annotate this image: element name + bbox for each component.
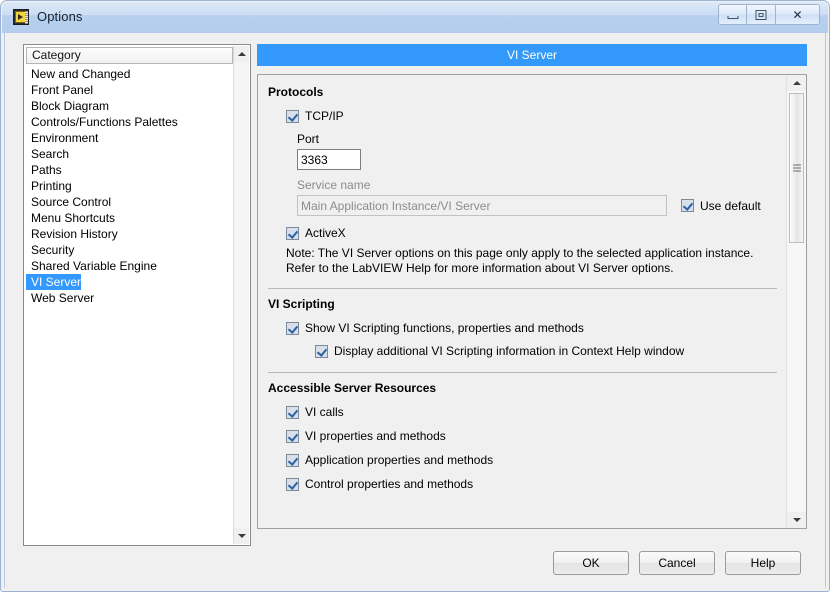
settings-content-box: Protocols TCP/IP Port Service name [257, 74, 807, 529]
show-vi-scripting-label: Show VI Scripting functions, properties … [305, 321, 584, 335]
settings-scroll-down-button[interactable] [787, 512, 806, 528]
settings-pane: VI Server Protocols TCP/IP Port 3363 Ser… [257, 44, 807, 546]
category-item-printing[interactable]: Printing [26, 178, 72, 194]
category-item-environment[interactable]: Environment [26, 130, 98, 146]
service-name-input[interactable] [297, 195, 667, 216]
control-properties-checkbox[interactable] [286, 477, 299, 491]
vi-calls-checkbox[interactable] [286, 405, 299, 419]
category-item-paths[interactable]: Paths [26, 162, 62, 178]
minimize-button[interactable] [718, 4, 747, 25]
port-input[interactable] [297, 149, 361, 170]
help-button[interactable]: Help [725, 551, 801, 575]
close-icon: ✕ [792, 7, 803, 22]
vi-server-note: Note: The VI Server options on this page… [286, 246, 754, 275]
ok-button[interactable]: OK [553, 551, 629, 575]
dialog-button-bar: OK Cancel Help [553, 551, 801, 575]
use-default-checkbox[interactable] [681, 199, 694, 212]
application-properties-checkbox[interactable] [286, 453, 299, 467]
vi-properties-row[interactable]: VI properties and methods [286, 429, 777, 443]
separator-2 [268, 372, 777, 373]
category-scrollbar[interactable] [233, 46, 249, 544]
settings-scroll-viewport: Protocols TCP/IP Port Service name [258, 75, 787, 528]
title-bar: Options ✕ [2, 2, 828, 33]
vi-calls-label: VI calls [305, 405, 344, 419]
category-item-vi-server[interactable]: VI Server [26, 274, 82, 290]
category-panel: Category New and Changed Front Panel Blo… [23, 44, 251, 546]
maximize-icon [755, 9, 767, 20]
chevron-up-icon [237, 52, 246, 56]
chevron-down-icon [792, 518, 801, 522]
service-name-label: Service name [297, 178, 371, 192]
category-item-controls-functions-palettes[interactable]: Controls/Functions Palettes [26, 114, 178, 130]
settings-scrollbar[interactable] [786, 75, 806, 528]
settings-scroll-thumb[interactable] [789, 93, 804, 243]
settings-scroll-up-button[interactable] [787, 75, 806, 91]
tcpip-label: TCP/IP [305, 109, 344, 123]
category-item-shared-variable-engine[interactable]: Shared Variable Engine [26, 258, 157, 274]
use-default-label: Use default [700, 198, 761, 213]
category-header: Category [26, 47, 233, 64]
protocols-section-title: Protocols [268, 85, 324, 99]
vi-properties-checkbox[interactable] [286, 429, 299, 443]
options-dialog-window: Options ✕ Category New and Changed Front… [0, 0, 830, 592]
category-scroll-up-button[interactable] [234, 46, 249, 62]
category-item-source-control[interactable]: Source Control [26, 194, 111, 210]
category-item-security[interactable]: Security [26, 242, 74, 258]
vi-scripting-section-title: VI Scripting [268, 297, 335, 311]
vi-properties-label: VI properties and methods [305, 429, 446, 443]
activex-checkbox[interactable] [286, 226, 299, 240]
category-item-front-panel[interactable]: Front Panel [26, 82, 93, 98]
category-item-menu-shortcuts[interactable]: Menu Shortcuts [26, 210, 115, 226]
cancel-button[interactable]: Cancel [639, 551, 715, 575]
port-label: Port [297, 132, 320, 146]
labview-options-icon [13, 9, 29, 25]
chevron-up-icon [792, 81, 801, 85]
minimize-icon [727, 16, 738, 20]
chevron-down-icon [237, 534, 246, 538]
category-item-revision-history[interactable]: Revision History [26, 226, 118, 242]
vi-calls-row[interactable]: VI calls [286, 405, 777, 419]
show-vi-scripting-checkbox[interactable] [286, 321, 299, 335]
activex-label: ActiveX [305, 226, 346, 240]
tcpip-checkbox[interactable] [286, 109, 299, 123]
application-properties-label: Application properties and methods [305, 453, 494, 467]
dialog-client-area: Category New and Changed Front Panel Blo… [5, 33, 825, 588]
category-item-block-diagram[interactable]: Block Diagram [26, 98, 109, 114]
category-item-new-and-changed[interactable]: New and Changed [26, 66, 130, 82]
maximize-button[interactable] [747, 4, 776, 25]
control-properties-label: Control properties and methods [305, 477, 474, 491]
category-scroll-down-button[interactable] [234, 528, 249, 544]
display-additional-checkbox[interactable] [315, 344, 328, 358]
activex-checkbox-row[interactable]: ActiveX [286, 226, 777, 240]
application-properties-row[interactable]: Application properties and methods [286, 453, 777, 467]
show-vi-scripting-row[interactable]: Show VI Scripting functions, properties … [286, 321, 777, 335]
category-list[interactable]: New and Changed Front Panel Block Diagra… [26, 66, 234, 543]
display-additional-label: Display additional VI Scripting informat… [334, 344, 685, 358]
control-properties-row[interactable]: Control properties and methods [286, 477, 777, 491]
accessible-resources-section-title: Accessible Server Resources [268, 381, 437, 395]
caption-button-group: ✕ [718, 4, 820, 25]
pane-title: VI Server [257, 44, 807, 66]
separator-1 [268, 288, 777, 289]
display-additional-row[interactable]: Display additional VI Scripting informat… [315, 344, 777, 358]
window-title: Options [37, 9, 83, 24]
tcpip-checkbox-row[interactable]: TCP/IP [286, 109, 777, 123]
category-item-search[interactable]: Search [26, 146, 69, 162]
category-item-web-server[interactable]: Web Server [26, 290, 94, 306]
close-button[interactable]: ✕ [776, 4, 820, 25]
scroll-thumb-grip-icon [792, 164, 801, 172]
